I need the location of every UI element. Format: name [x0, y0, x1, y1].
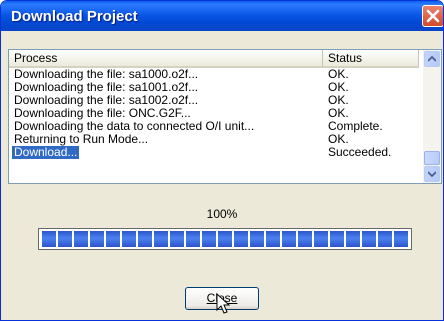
progress-fill — [42, 231, 408, 247]
progress-segment — [266, 231, 280, 247]
progress-segment — [362, 231, 376, 247]
column-header-status[interactable]: Status — [323, 50, 419, 68]
progress-segment — [298, 231, 312, 247]
list-item[interactable]: Download... Succeeded. — [9, 146, 419, 159]
window-close-button[interactable] — [422, 5, 443, 27]
download-project-dialog: Download Project Process Status Download… — [0, 0, 444, 321]
list-rows: Downloading the file: sa1000.o2f... OK. Do… — [9, 68, 419, 159]
progress-segment — [106, 231, 120, 247]
scrollbar-thumb[interactable] — [424, 151, 440, 165]
progress-segment — [202, 231, 216, 247]
list-header: Process Status — [9, 50, 419, 68]
progress-segment — [122, 231, 136, 247]
progress-segment — [218, 231, 232, 247]
progress-segment — [138, 231, 152, 247]
process-list[interactable]: Process Status Downloading the file: sa1… — [8, 49, 442, 184]
progress-segment — [282, 231, 296, 247]
column-header-process[interactable]: Process — [9, 50, 323, 68]
progress-segment — [346, 231, 360, 247]
progress-segment — [234, 231, 248, 247]
progress-segment — [74, 231, 88, 247]
progress-segment — [170, 231, 184, 247]
progress-segment — [58, 231, 72, 247]
progress-bar — [38, 228, 412, 250]
window-title: Download Project — [11, 8, 138, 25]
scroll-down-button[interactable] — [424, 166, 440, 182]
close-icon — [426, 9, 440, 23]
title-bar[interactable]: Download Project — [1, 1, 443, 31]
arrow-up-icon — [428, 56, 436, 62]
vertical-scrollbar[interactable] — [423, 50, 441, 183]
progress-segment — [42, 231, 56, 247]
progress-segment — [330, 231, 344, 247]
process-cell: Download... — [12, 145, 80, 159]
progress-percent-label: 100% — [206, 207, 238, 221]
progress-segment — [394, 231, 408, 247]
progress-segment — [186, 231, 200, 247]
mouse-cursor-icon — [216, 293, 231, 314]
progress-segment — [250, 231, 264, 247]
progress-segment — [378, 231, 392, 247]
scroll-up-button[interactable] — [424, 51, 440, 67]
status-cell: Succeeded. — [328, 145, 392, 159]
progress-segment — [314, 231, 328, 247]
arrow-down-icon — [428, 171, 436, 177]
progress-segment — [154, 231, 168, 247]
progress-segment — [90, 231, 104, 247]
